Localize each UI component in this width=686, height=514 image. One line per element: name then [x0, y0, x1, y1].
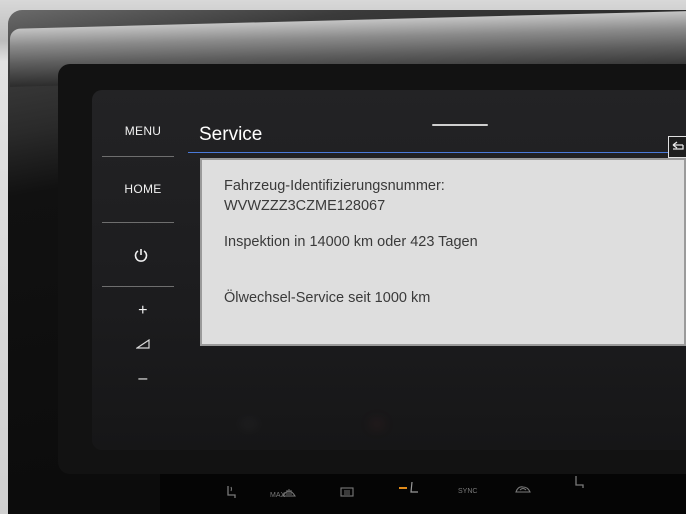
home-button[interactable]: HOME [100, 182, 186, 196]
nav-divider [102, 156, 174, 157]
menu-button[interactable]: MENU [100, 124, 186, 138]
volume-icon [136, 339, 150, 349]
glass-reflection [370, 420, 384, 428]
back-arrow-icon [672, 141, 684, 150]
glass-reflection [240, 420, 258, 428]
volume-up-button[interactable]: + [100, 302, 186, 320]
back-button[interactable] [668, 136, 686, 158]
service-info-dialog: Fahrzeug-Identifizierungsnummer: WVWZZZ3… [200, 158, 686, 346]
nav-divider [102, 222, 174, 223]
seat-recline-icon[interactable] [398, 480, 420, 498]
seat-heat-icon[interactable] [224, 484, 238, 500]
oil-service-text: Ölwechsel-Service seit 1000 km [224, 290, 431, 306]
sync-button[interactable]: SYNC [458, 488, 477, 495]
seat-right-icon[interactable] [572, 474, 586, 490]
pull-down-handle[interactable] [432, 124, 488, 126]
nav-divider [102, 286, 174, 287]
rear-defrost-icon[interactable] [340, 486, 354, 498]
max-defrost-icon[interactable] [282, 486, 296, 498]
power-icon[interactable] [133, 247, 149, 263]
vin-value: WVWZZZ3CZME128067 [224, 198, 386, 214]
header-accent-line [188, 152, 686, 153]
inspection-text: Inspektion in 14000 km oder 423 Tagen [224, 234, 478, 250]
recirculation-icon[interactable] [514, 484, 532, 496]
vin-label: Fahrzeug-Identifizierungsnummer: [224, 178, 445, 194]
page-title: Service [199, 124, 263, 145]
volume-down-button[interactable]: – [100, 370, 186, 388]
climate-bar [160, 474, 686, 514]
